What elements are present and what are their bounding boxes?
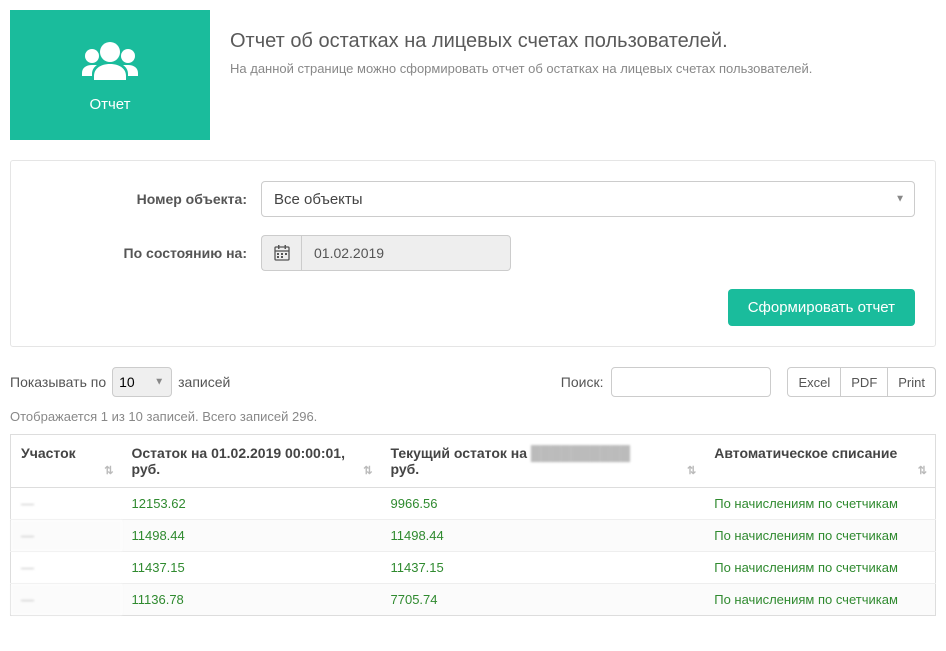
cell-plot: — [11, 552, 122, 584]
sort-icon: ⇅ [363, 464, 372, 477]
cell-balance-now: 11498.44 [381, 520, 705, 552]
cell-mode: По начислениям по счетчикам [704, 552, 935, 584]
cell-balance-at: 12153.62 [122, 488, 381, 520]
page-title: Отчет об остатках на лицевых счетах поль… [230, 30, 936, 53]
calendar-button[interactable] [261, 235, 301, 271]
page-length-select[interactable]: 10 [112, 367, 172, 397]
cell-mode: По начислениям по счетчикам [704, 520, 935, 552]
table-row[interactable]: —11437.1511437.15По начислениям по счетч… [11, 552, 936, 584]
length-suffix: записей [178, 374, 230, 390]
cell-balance-now: 7705.74 [381, 584, 705, 616]
cell-plot: — [11, 584, 122, 616]
balances-table: Участок⇅ Остаток на 01.02.2019 00:00:01,… [10, 434, 936, 616]
report-icon-box: Отчет [10, 10, 210, 140]
date-input[interactable] [301, 235, 511, 271]
page-subtitle: На данной странице можно сформировать от… [230, 61, 936, 76]
sort-icon: ⇅ [687, 464, 696, 477]
cell-balance-at: 11136.78 [122, 584, 381, 616]
table-row[interactable]: —11498.4411498.44По начислениям по счетч… [11, 520, 936, 552]
table-row[interactable]: —11136.787705.74По начислениям по счетчи… [11, 584, 936, 616]
generate-report-button[interactable]: Сформировать отчет [728, 289, 915, 326]
cell-balance-now: 9966.56 [381, 488, 705, 520]
sort-icon: ⇅ [918, 464, 927, 477]
print-button[interactable]: Print [887, 367, 936, 397]
object-label: Номер объекта: [31, 191, 261, 207]
cell-mode: По начислениям по счетчикам [704, 584, 935, 616]
search-input[interactable] [611, 367, 771, 397]
col-balance-at[interactable]: Остаток на 01.02.2019 00:00:01, руб.⇅ [122, 435, 381, 488]
col-plot[interactable]: Участок⇅ [11, 435, 122, 488]
cell-plot: — [11, 520, 122, 552]
users-icon [80, 38, 140, 88]
col-balance-now[interactable]: Текущий остаток на ██████████руб.⇅ [381, 435, 705, 488]
sort-icon: ⇅ [104, 464, 113, 477]
cell-balance-at: 11498.44 [122, 520, 381, 552]
search-label: Поиск: [561, 374, 604, 390]
cell-balance-now: 11437.15 [381, 552, 705, 584]
filter-panel: Номер объекта: Все объекты ▼ По состояни… [10, 160, 936, 347]
table-row[interactable]: —12153.629966.56По начислениям по счетчи… [11, 488, 936, 520]
cell-balance-at: 11437.15 [122, 552, 381, 584]
icon-box-label: Отчет [89, 96, 130, 113]
object-select[interactable]: Все объекты [261, 181, 915, 217]
export-pdf-button[interactable]: PDF [840, 367, 888, 397]
calendar-icon [274, 245, 290, 261]
col-auto-writeoff[interactable]: Автоматическое списание⇅ [704, 435, 935, 488]
cell-plot: — [11, 488, 122, 520]
cell-mode: По начислениям по счетчикам [704, 488, 935, 520]
export-excel-button[interactable]: Excel [787, 367, 841, 397]
date-label: По состоянию на: [31, 245, 261, 261]
table-info: Отображается 1 из 10 записей. Всего запи… [10, 409, 936, 424]
length-prefix: Показывать по [10, 374, 106, 390]
